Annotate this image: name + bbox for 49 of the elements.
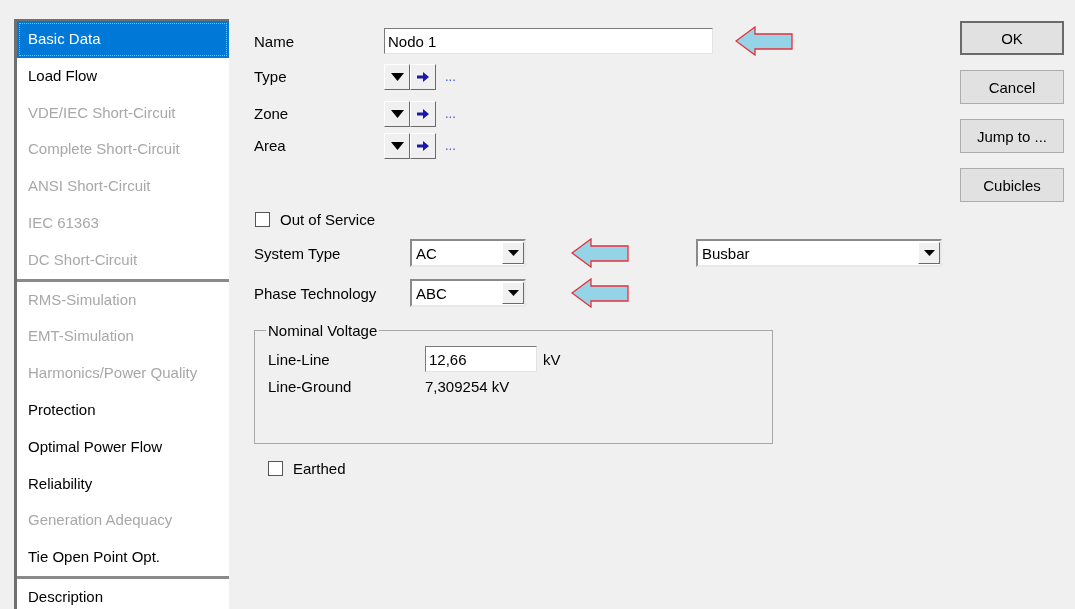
phase-technology-dropdown[interactable]: ABC <box>410 279 526 307</box>
caret-icon <box>923 249 935 257</box>
system-type-dropdown[interactable]: AC <box>410 239 526 267</box>
field-label: Area <box>254 137 287 154</box>
caret-icon <box>390 141 404 150</box>
field-label: Zone <box>254 105 290 122</box>
select-button[interactable] <box>384 63 410 90</box>
caret-icon <box>390 109 404 118</box>
dialog-button[interactable]: Cubicles <box>960 168 1064 202</box>
more-link[interactable]: ... <box>445 69 456 84</box>
arrow-icon <box>417 140 429 151</box>
jump-button[interactable] <box>410 63 436 90</box>
more-link[interactable]: ... <box>445 138 456 153</box>
field-label: Line-Line <box>268 350 331 368</box>
field-label: Type <box>254 68 288 85</box>
checkbox[interactable] <box>255 212 270 227</box>
field-label: Line-Ground <box>268 378 353 395</box>
dialog-button[interactable]: Cancel <box>960 70 1064 104</box>
caret-icon <box>507 289 519 297</box>
usage-dropdown[interactable]: Busbar <box>696 239 942 267</box>
jump-button[interactable] <box>410 132 436 159</box>
value-text: 7,309254 kV <box>425 378 510 395</box>
name-field[interactable]: Nodo 1 <box>384 28 713 54</box>
line-line-field[interactable]: 12,66 <box>425 346 537 372</box>
checkbox-label: Earthed <box>293 460 346 477</box>
arrow-icon <box>417 108 429 119</box>
field-label: Name <box>254 32 295 50</box>
sidebar-item[interactable]: Tie Open Point Opt. <box>17 539 229 576</box>
more-link[interactable]: ... <box>445 106 456 121</box>
field-label: System Type <box>254 244 342 262</box>
sidebar-item[interactable]: Reliability <box>17 465 229 503</box>
checkbox-label: Out of Service <box>280 211 376 228</box>
jump-button[interactable] <box>410 100 436 127</box>
field-label: Phase Technology <box>254 284 378 302</box>
sidebar-item[interactable]: Protection <box>17 391 229 429</box>
group-title: Nominal Voltage <box>267 322 379 339</box>
dialog-button[interactable]: OK <box>960 21 1064 55</box>
checkbox[interactable] <box>268 461 283 476</box>
sidebar-item[interactable]: Description <box>17 578 229 609</box>
unit-label: kV <box>543 350 561 368</box>
select-button[interactable] <box>384 100 410 127</box>
arrow-icon <box>417 71 429 82</box>
select-button[interactable] <box>384 132 410 159</box>
sidebar-item[interactable]: Basic Data <box>17 21 229 58</box>
caret-icon <box>507 249 519 257</box>
sidebar-item[interactable]: Load Flow <box>17 57 229 95</box>
dialog-button[interactable]: Jump to ... <box>960 119 1064 153</box>
sidebar-item[interactable]: Optimal Power Flow <box>17 428 229 466</box>
caret-icon <box>390 72 404 81</box>
